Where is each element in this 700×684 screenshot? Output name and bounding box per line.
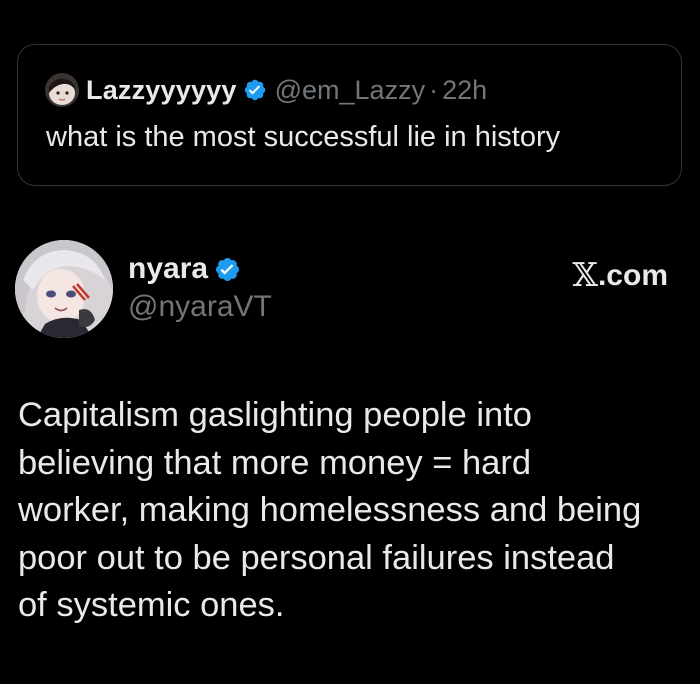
tweet-body-line: worker, making homelessness and being [18,491,642,529]
quoted-tweet-time[interactable]: 22h [442,75,487,106]
quoted-tweet-header: Lazzyyyyyy @em_Lazzy · 22h [45,73,487,107]
tweet-body-line: of systemic ones. [18,586,285,624]
quoted-author-avatar[interactable] [45,73,79,107]
author-name-row: nyara [128,252,272,286]
verified-badge-icon [214,256,241,283]
author-handle[interactable]: @nyaraVT [128,290,272,324]
quoted-author-handle[interactable]: @em_Lazzy [275,75,425,106]
tweet-body-line: believing that more money = hard [18,443,532,482]
tweet-body: Capitalism gaslighting people into belie… [18,392,686,630]
author-avatar[interactable] [15,240,113,338]
meta-separator: · [429,74,439,105]
site-label[interactable]: 𝕏.com [572,254,668,294]
tweet-body-line: poor out to be personal failures instead [18,538,615,577]
quoted-tweet-text: what is the most successful lie in histo… [46,121,561,153]
x-logo-icon: 𝕏 [572,255,598,294]
author-block: nyara @nyaraVT [128,252,272,324]
tweet-body-line: Capitalism gaslighting people into [18,396,532,434]
quoted-tweet-card[interactable]: Lazzyyyyyy @em_Lazzy · 22h what is the m… [17,44,682,186]
author-name[interactable]: nyara [128,252,208,286]
quoted-author-name[interactable]: Lazzyyyyyy [86,75,237,106]
verified-badge-icon [243,78,267,102]
site-label-suffix: .com [597,259,668,292]
